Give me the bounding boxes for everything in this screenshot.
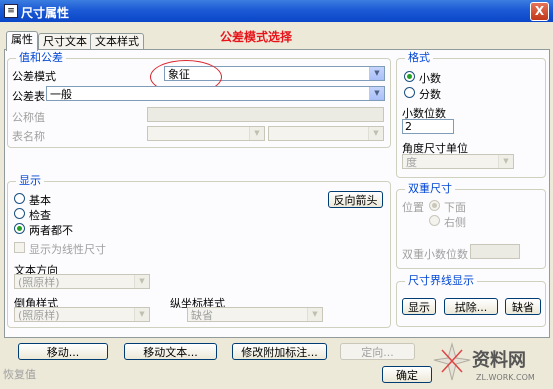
chevron-down-icon[interactable]: ▼ [369,87,384,100]
chamfer-style-select[interactable]: (照原样) ▼ [14,307,150,322]
text-direction-value: (照原样) [18,276,60,289]
decimal-radio[interactable] [404,71,415,82]
dual-places-input[interactable] [470,244,520,259]
neither-label: 两者都不 [29,224,73,237]
watermark-text: 资料网 [472,349,526,371]
basic-label: 基本 [29,194,51,207]
title-bar: ≡ 尺寸属性 X [0,0,553,22]
annotation-label: 公差模式选择 [220,30,293,44]
orient-button[interactable]: 定向... [340,343,415,360]
tolerance-mode-label: 公差模式 [12,70,56,83]
chevron-down-icon: ▼ [498,155,513,168]
tolerance-table-select[interactable]: 一般 ▼ [46,86,385,101]
tolerance-table-value: 一般 [50,88,72,101]
nominal-value-label: 公称值 [12,111,45,124]
flip-arrows-button[interactable]: 反向箭头 [328,191,383,208]
tab-text-style[interactable]: 文本样式 [90,33,144,50]
basic-radio[interactable] [14,193,25,204]
table-name-label: 表名称 [12,130,45,143]
close-button[interactable]: X [530,2,549,21]
inspect-radio[interactable] [14,208,25,219]
tolerance-legend: 值和公差 [16,52,66,64]
watermark-logo: 资料网 ZL.WORK.COM [432,340,550,386]
show-witness-button[interactable]: 显示 [402,298,436,315]
dual-dimension-legend: 双重尺寸 [405,183,455,195]
ok-button[interactable]: 确定 [382,366,432,383]
nominal-value-input[interactable] [147,107,384,122]
watermark-url: ZL.WORK.COM [476,373,535,382]
format-legend: 格式 [405,52,433,64]
chevron-down-icon: ▼ [134,275,149,288]
fraction-label: 分数 [419,88,441,101]
erase-witness-button[interactable]: 拭除... [444,298,498,315]
move-button[interactable]: 移动... [18,343,108,360]
linear-dimension-checkbox[interactable] [14,242,25,253]
ordinate-style-value: 缺省 [191,309,213,322]
decimal-places-input[interactable]: 2 [402,119,454,134]
chevron-down-icon: ▼ [134,308,149,321]
dual-below-label: 下面 [444,201,466,214]
chevron-down-icon: ▼ [368,127,383,140]
dual-position-label: 位置 [402,201,424,214]
chevron-down-icon: ▼ [307,308,322,321]
chamfer-style-value: (照原样) [18,309,60,322]
inspect-label: 检查 [29,209,51,222]
fraction-radio[interactable] [404,87,415,98]
witness-line-legend: 尺寸界线显示 [405,275,477,287]
dual-right-label: 右侧 [444,216,466,229]
dual-right-radio[interactable] [429,215,440,226]
restore-values-label: 恢复值 [3,368,36,381]
decimal-label: 小数 [419,72,441,85]
edit-attachment-button[interactable]: 修改附加标注... [232,343,327,360]
table-name-select[interactable]: ▼ [147,126,265,141]
dialog-icon: ≡ [4,4,18,18]
dual-places-label: 双重小数位数 [402,248,468,261]
tolerance-table-label: 公差表 [12,90,45,103]
watermark-graphic: 资料网 ZL.WORK.COM [433,342,535,382]
neither-radio[interactable] [14,223,25,234]
chevron-down-icon: ▼ [249,127,264,140]
linear-dimension-label: 显示为线性尺寸 [29,243,106,256]
tab-dimension-text[interactable]: 尺寸文本 [38,33,92,50]
table-name-select-2[interactable]: ▼ [268,126,384,141]
text-direction-select[interactable]: (照原样) ▼ [14,274,150,289]
window-title: 尺寸属性 [21,6,70,20]
angle-unit-value: 度 [406,156,417,169]
dual-below-radio[interactable] [429,200,440,211]
move-text-button[interactable]: 移动文本... [124,343,217,360]
tab-properties[interactable]: 属性 [6,31,38,51]
watermark-star-icon [433,342,471,381]
default-witness-button[interactable]: 缺省 [505,298,541,315]
ordinate-style-select[interactable]: 缺省 ▼ [187,307,323,322]
angle-unit-select[interactable]: 度 ▼ [402,154,514,169]
display-legend: 显示 [16,175,44,187]
chevron-down-icon[interactable]: ▼ [369,67,384,80]
